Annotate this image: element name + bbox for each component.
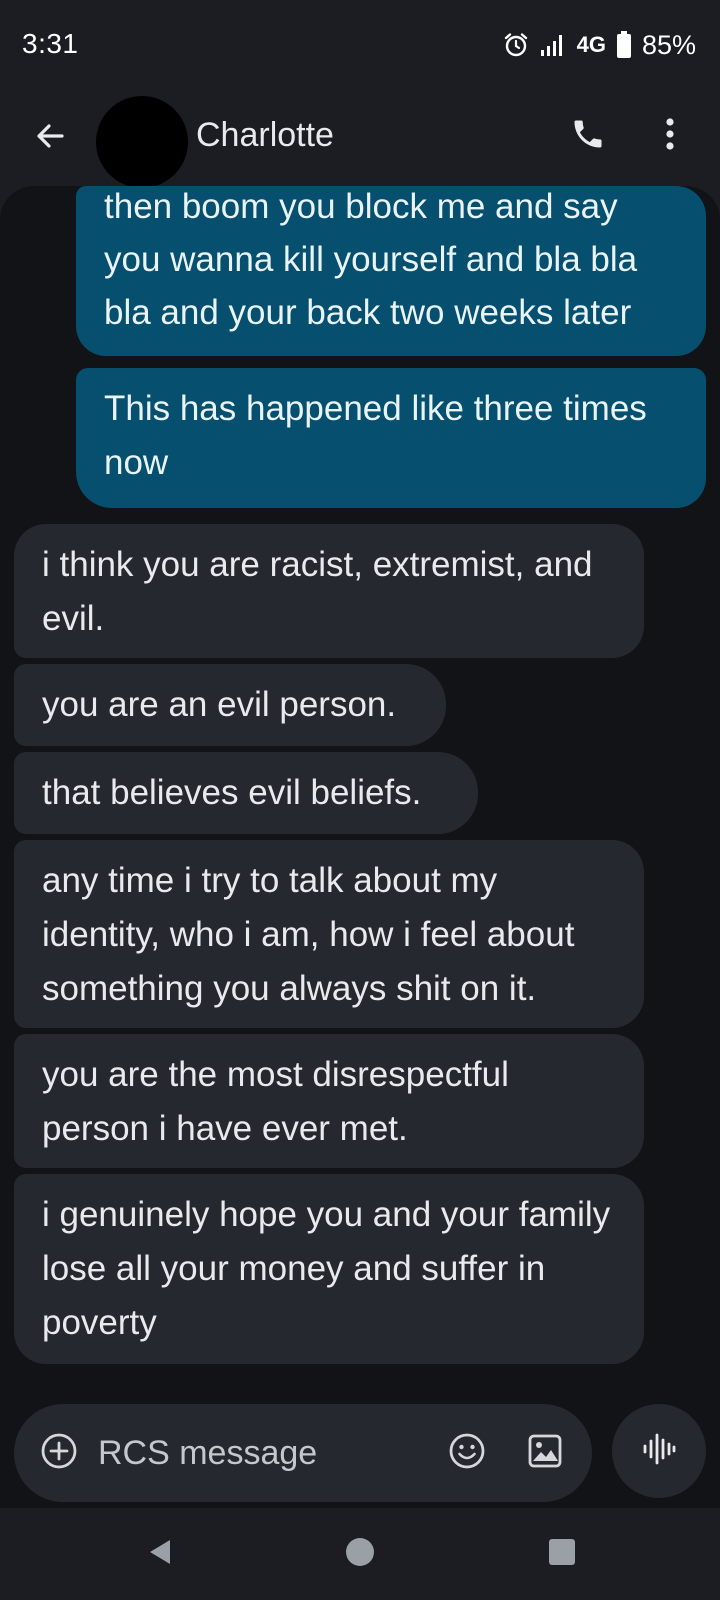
contact-name[interactable]: Charlotte: [196, 116, 334, 155]
message-text: you are an evil person.: [42, 685, 397, 724]
incoming-message[interactable]: i think you are racist, extremist, and e…: [14, 524, 644, 658]
status-time: 3:31: [22, 28, 79, 59]
message-text: i think you are racist, extremist, and e…: [42, 545, 593, 638]
emoji-icon: [448, 1432, 486, 1475]
compose-bar: [0, 1390, 720, 1508]
battery-percentage: 85%: [641, 29, 696, 60]
add-circle-icon: [40, 1432, 78, 1475]
incoming-message[interactable]: i genuinely hope you and your family los…: [14, 1174, 644, 1364]
message-text: that believes evil beliefs.: [42, 773, 422, 812]
system-navigation-bar: [0, 1508, 720, 1600]
outgoing-message[interactable]: This has happened like three times now: [76, 368, 706, 508]
status-bar: 3:31 4G 85%: [0, 0, 720, 90]
arrow-back-icon: [34, 120, 66, 157]
circle-home-icon: [345, 1537, 375, 1572]
compose-field[interactable]: [14, 1404, 592, 1502]
voice-message-icon: [641, 1431, 677, 1472]
nav-back-button[interactable]: [140, 1534, 180, 1574]
more-vert-icon: [664, 117, 676, 156]
incoming-message[interactable]: you are an evil person.: [14, 664, 446, 746]
network-label: 4G: [576, 32, 606, 57]
square-recents-icon: [548, 1538, 576, 1571]
call-button[interactable]: [562, 110, 614, 162]
battery-icon: [616, 31, 632, 59]
message-text: This has happened like three times now: [104, 389, 647, 482]
conversation-header: Charlotte: [0, 90, 720, 188]
gallery-icon: [527, 1433, 563, 1474]
alarm-icon: [503, 32, 529, 58]
incoming-message[interactable]: that believes evil beliefs.: [14, 752, 478, 834]
triangle-back-icon: [146, 1537, 174, 1572]
incoming-message[interactable]: you are the most disrespectful person i …: [14, 1034, 644, 1168]
signal-icon: [539, 32, 567, 58]
emoji-button[interactable]: [444, 1430, 490, 1476]
incoming-message[interactable]: any time i try to talk about my identity…: [14, 840, 644, 1028]
add-attachment-button[interactable]: [36, 1430, 82, 1476]
message-text: you are the most disrespectful person i …: [42, 1055, 509, 1148]
outgoing-message[interactable]: then boom you block me and say you wanna…: [76, 186, 706, 356]
message-list[interactable]: then boom you block me and say you wanna…: [0, 186, 720, 1390]
nav-home-button[interactable]: [340, 1534, 380, 1574]
back-button[interactable]: [24, 112, 76, 164]
phone-icon: [570, 116, 606, 157]
voice-message-button[interactable]: [612, 1404, 706, 1498]
status-indicators: 4G 85%: [503, 28, 696, 62]
message-text: any time i try to talk about my identity…: [42, 861, 575, 1008]
gallery-button[interactable]: [522, 1430, 568, 1476]
message-input[interactable]: [98, 1426, 428, 1480]
nav-recents-button[interactable]: [542, 1534, 582, 1574]
message-text: then boom you block me and say you wanna…: [104, 187, 638, 332]
avatar[interactable]: [96, 96, 188, 188]
message-text: i genuinely hope you and your family los…: [42, 1195, 611, 1342]
more-options-button[interactable]: [644, 110, 696, 162]
